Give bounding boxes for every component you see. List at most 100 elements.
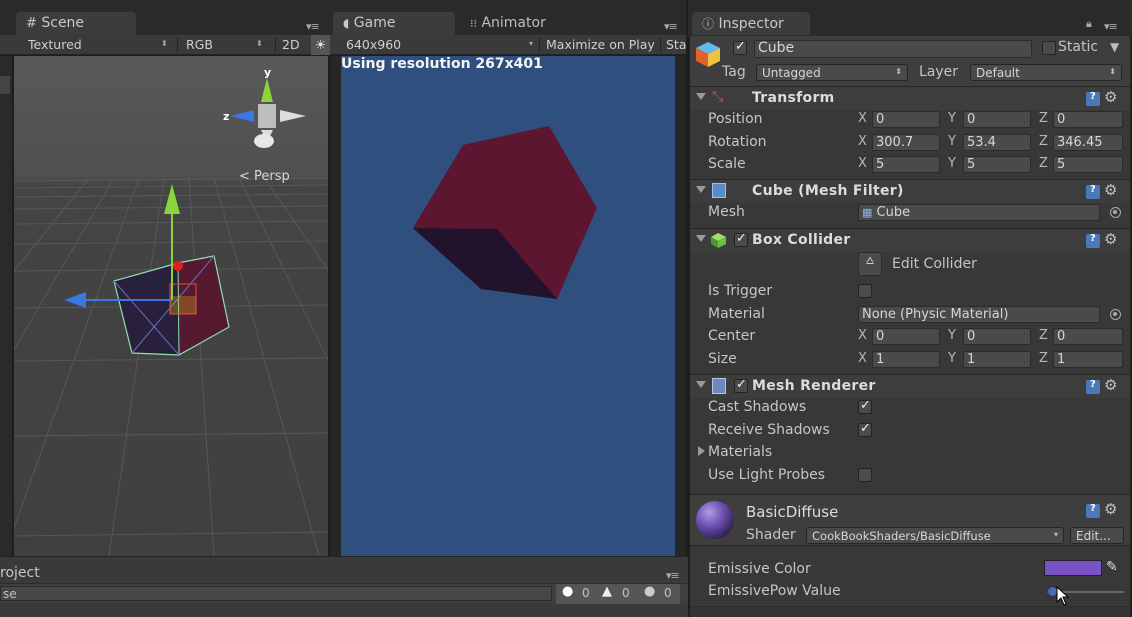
rotation-z-field[interactable]: 346.45: [1053, 134, 1123, 151]
project-panel-menu-icon[interactable]: ▾≡: [666, 569, 680, 582]
use-light-probes-row: Use Light Probes: [690, 464, 1130, 486]
size-x-field[interactable]: 1: [872, 351, 940, 368]
pacman-icon: ◖: [343, 16, 350, 30]
scale-x-field[interactable]: 5: [872, 156, 940, 173]
updown-arrow-icon: ⬍: [895, 67, 902, 76]
message-icon[interactable]: ●: [644, 584, 655, 599]
box-collider-enabled-checkbox[interactable]: [734, 231, 748, 247]
center-y-field[interactable]: 0: [963, 328, 1031, 345]
tag-dropdown[interactable]: Untagged ⬍: [756, 64, 908, 81]
lock-icon[interactable]: 🔒︎: [1086, 17, 1092, 31]
cast-shadows-checkbox[interactable]: [858, 398, 872, 414]
tab-inspector[interactable]: ⓘ Inspector: [692, 12, 810, 35]
help-book-icon[interactable]: [1086, 91, 1100, 106]
mesh-renderer-header[interactable]: Mesh Renderer ⚙: [690, 374, 1130, 398]
resolution-label: 640x960: [346, 37, 402, 52]
rotation-y-field[interactable]: 53.4: [963, 134, 1031, 151]
object-picker-icon[interactable]: [1110, 309, 1121, 320]
shader-edit-button[interactable]: Edit...: [1070, 527, 1124, 544]
tab-project[interactable]: roject: [0, 565, 40, 581]
position-y-field[interactable]: 0: [963, 111, 1031, 128]
materials-row[interactable]: Materials: [690, 441, 1130, 463]
render-mode-label: Textured: [28, 37, 82, 52]
stats-toggle[interactable]: Sta: [666, 35, 686, 55]
foldout-arrow-icon[interactable]: [696, 186, 706, 193]
receive-shadows-checkbox[interactable]: [858, 421, 872, 437]
static-dropdown-icon[interactable]: ▼: [1110, 40, 1119, 54]
emissive-color-label: Emissive Color: [708, 561, 811, 577]
game-viewport[interactable]: Using resolution 267x401: [341, 56, 675, 556]
tab-scene[interactable]: # Scene: [16, 12, 136, 35]
toggle-2d-button[interactable]: 2D: [282, 35, 300, 55]
search-input[interactable]: se: [0, 586, 552, 601]
scene-lighting-toggle[interactable]: ☀: [311, 35, 330, 55]
game-background: [341, 56, 675, 556]
foldout-arrow-icon[interactable]: [696, 381, 706, 388]
scene-panel-menu-icon[interactable]: ▾≡: [306, 20, 320, 33]
mesh-field[interactable]: ▦ Cube: [858, 204, 1100, 221]
gear-icon[interactable]: ⚙: [1104, 376, 1117, 394]
render-mode-dropdown[interactable]: Textured ⬍: [28, 35, 174, 55]
transform-header[interactable]: ⤡ Transform ⚙: [690, 86, 1130, 110]
persp-label[interactable]: Persp: [254, 169, 290, 184]
tab-animator-label: Animator: [481, 15, 546, 31]
size-z-field[interactable]: 1: [1053, 351, 1123, 368]
maximize-on-play-toggle[interactable]: Maximize on Play: [546, 35, 655, 55]
emissive-color-swatch[interactable]: [1044, 560, 1102, 576]
object-name-field[interactable]: Cube: [754, 40, 1032, 58]
hierarchy-edge: [0, 56, 12, 556]
gear-icon[interactable]: ⚙: [1104, 230, 1117, 248]
scene-viewport[interactable]: y z < Persp: [14, 56, 328, 556]
resolution-dropdown[interactable]: 640x960 ▾: [346, 35, 536, 55]
mesh-renderer-enabled-checkbox[interactable]: [734, 377, 748, 393]
edit-collider-icon: ⩟: [866, 253, 874, 268]
divider: [275, 37, 276, 53]
tab-animator[interactable]: ⁝⁝ Animator: [460, 12, 590, 35]
scale-z-field[interactable]: 5: [1053, 156, 1123, 173]
active-checkbox[interactable]: [733, 39, 747, 55]
divider: [660, 37, 661, 53]
size-y-field[interactable]: 1: [963, 351, 1031, 368]
foldout-arrow-icon[interactable]: [698, 446, 705, 456]
help-book-icon[interactable]: [1086, 233, 1100, 248]
inspector-menu-icon[interactable]: ▾≡: [1104, 20, 1118, 33]
shader-dropdown[interactable]: CookBookShaders/BasicDiffuse ▾: [806, 527, 1064, 544]
is-trigger-checkbox[interactable]: [858, 284, 872, 298]
gear-icon[interactable]: ⚙: [1104, 181, 1117, 199]
mesh-filter-header[interactable]: Cube (Mesh Filter) ⚙: [690, 179, 1130, 203]
gear-icon[interactable]: ⚙: [1104, 500, 1117, 518]
game-panel-menu-icon[interactable]: ▾≡: [664, 20, 678, 33]
help-book-icon[interactable]: [1086, 184, 1100, 199]
foldout-arrow-icon[interactable]: [696, 93, 706, 100]
static-checkbox[interactable]: [1042, 41, 1056, 55]
help-book-icon[interactable]: [1086, 503, 1100, 518]
color-mode-dropdown[interactable]: RGB ⬍: [186, 35, 270, 55]
position-x-field[interactable]: 0: [872, 111, 940, 128]
physic-material-field[interactable]: None (Physic Material): [858, 306, 1100, 323]
tab-game[interactable]: ◖ Game: [333, 12, 455, 35]
use-light-probes-checkbox[interactable]: [858, 468, 872, 482]
size-label: Size: [708, 351, 737, 367]
material-preview-sphere: [696, 501, 734, 539]
edit-collider-button[interactable]: ⩟: [858, 252, 882, 276]
receive-shadows-label: Receive Shadows: [708, 422, 830, 438]
error-icon[interactable]: ●: [562, 584, 573, 599]
help-book-icon[interactable]: [1086, 379, 1100, 394]
warning-icon[interactable]: ▲: [602, 584, 612, 599]
rotation-x-field[interactable]: 300.7: [872, 134, 940, 151]
scale-y-field[interactable]: 5: [963, 156, 1031, 173]
position-z-field[interactable]: 0: [1053, 111, 1123, 128]
foldout-arrow-icon[interactable]: [696, 235, 706, 242]
box-collider-header[interactable]: Box Collider ⚙: [690, 228, 1130, 252]
layer-dropdown[interactable]: Default ⬍: [970, 64, 1122, 81]
scale-row: Scale X 5 Y 5 Z 5: [690, 153, 1130, 175]
gear-icon[interactable]: ⚙: [1104, 88, 1117, 106]
eyedropper-icon[interactable]: ✎: [1106, 559, 1118, 575]
object-picker-icon[interactable]: [1110, 207, 1121, 218]
maximize-on-play-label: Maximize on Play: [546, 37, 655, 52]
mesh-filter-title: Cube (Mesh Filter): [752, 183, 904, 199]
center-z-field[interactable]: 0: [1053, 328, 1123, 345]
center-x-field[interactable]: 0: [872, 328, 940, 345]
toggle-2d-label: 2D: [282, 37, 300, 52]
updown-arrow-icon: ⬍: [256, 39, 263, 48]
